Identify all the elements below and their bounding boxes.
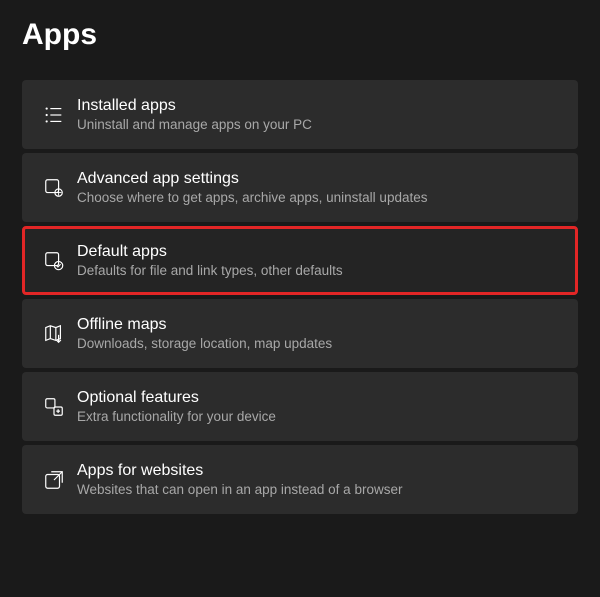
settings-items-list: Installed apps Uninstall and manage apps… — [22, 80, 578, 514]
list-icon — [35, 104, 73, 126]
item-default-apps[interactable]: Default apps Defaults for file and link … — [22, 226, 578, 295]
item-title: Advanced app settings — [77, 170, 427, 188]
item-subtitle: Extra functionality for your device — [77, 409, 276, 424]
add-square-icon — [35, 396, 73, 418]
item-advanced-app-settings[interactable]: Advanced app settings Choose where to ge… — [22, 153, 578, 222]
open-external-icon — [35, 469, 73, 491]
item-subtitle: Uninstall and manage apps on your PC — [77, 117, 312, 132]
item-text: Advanced app settings Choose where to ge… — [73, 170, 427, 205]
item-offline-maps[interactable]: Offline maps Downloads, storage location… — [22, 299, 578, 368]
item-text: Default apps Defaults for file and link … — [73, 243, 343, 278]
item-text: Apps for websites Websites that can open… — [73, 462, 402, 497]
item-title: Optional features — [77, 389, 276, 407]
item-title: Offline maps — [77, 316, 332, 334]
apps-settings-page: Apps Installed apps Uninstall and manage… — [0, 0, 600, 514]
item-text: Optional features Extra functionality fo… — [73, 389, 276, 424]
item-subtitle: Downloads, storage location, map updates — [77, 336, 332, 351]
item-text: Installed apps Uninstall and manage apps… — [73, 97, 312, 132]
map-download-icon — [35, 323, 73, 345]
item-title: Default apps — [77, 243, 343, 261]
item-subtitle: Websites that can open in an app instead… — [77, 482, 402, 497]
app-check-icon — [35, 250, 73, 272]
item-title: Installed apps — [77, 97, 312, 115]
page-title: Apps — [22, 18, 578, 52]
item-optional-features[interactable]: Optional features Extra functionality fo… — [22, 372, 578, 441]
item-subtitle: Choose where to get apps, archive apps, … — [77, 190, 427, 205]
app-gear-icon — [35, 177, 73, 199]
item-text: Offline maps Downloads, storage location… — [73, 316, 332, 351]
item-apps-for-websites[interactable]: Apps for websites Websites that can open… — [22, 445, 578, 514]
item-subtitle: Defaults for file and link types, other … — [77, 263, 343, 278]
item-title: Apps for websites — [77, 462, 402, 480]
item-installed-apps[interactable]: Installed apps Uninstall and manage apps… — [22, 80, 578, 149]
